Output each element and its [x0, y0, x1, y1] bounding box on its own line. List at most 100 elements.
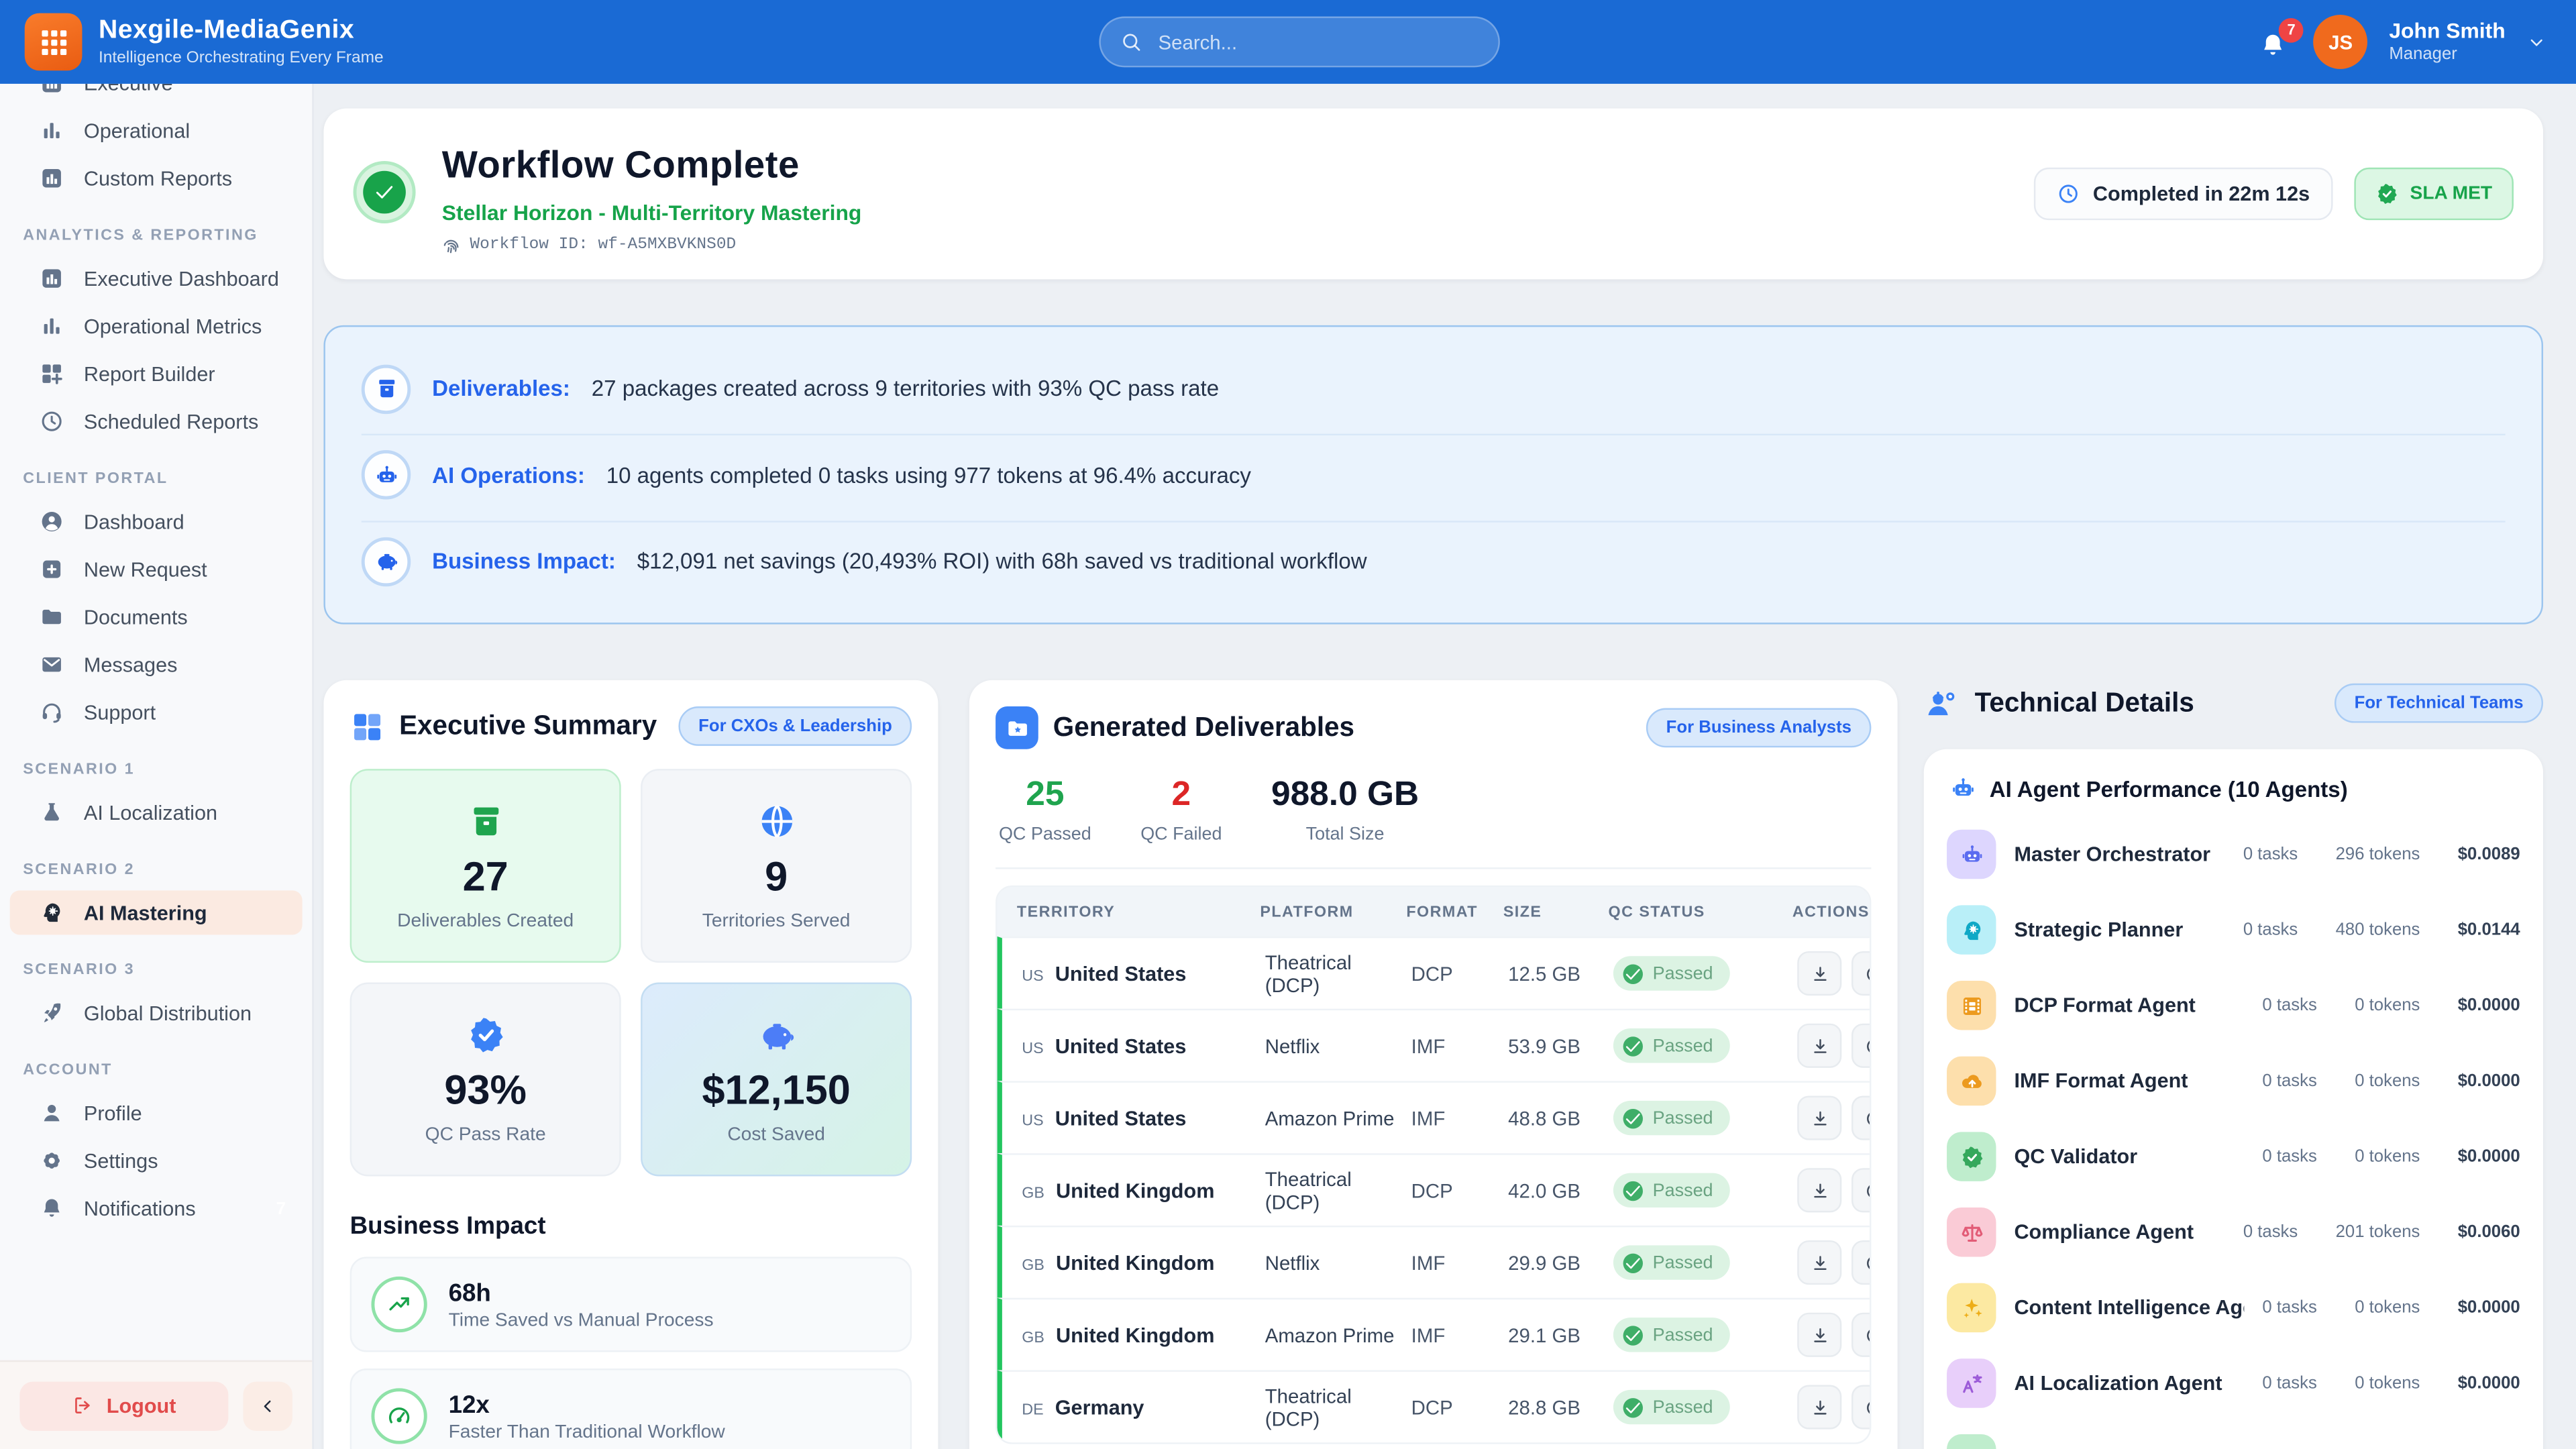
agent-cost: $0.0000 — [2458, 1298, 2520, 1318]
platform-cell: Amazon Prime — [1265, 1324, 1411, 1346]
view-button[interactable] — [1851, 1240, 1871, 1285]
globe-icon — [757, 801, 796, 841]
workflow-subtitle: Stellar Horizon - Multi-Territory Master… — [442, 201, 862, 225]
table-body: USUnited StatesTheatrical (DCP)DCP12.5 G… — [998, 936, 1870, 1442]
download-button[interactable] — [1797, 1168, 1841, 1212]
platform-cell: Netflix — [1265, 1034, 1411, 1057]
search-input[interactable] — [1155, 29, 1479, 55]
sidebar-footer: Logout — [0, 1360, 312, 1449]
logout-button[interactable]: Logout — [19, 1381, 228, 1430]
piggy-icon — [757, 1014, 796, 1054]
sidebar-item-custom-reports[interactable]: Custom Reports — [10, 156, 303, 201]
sidebar-item-settings[interactable]: Settings — [10, 1138, 303, 1183]
plus-square-icon — [40, 557, 64, 582]
sidebar-item-report-builder[interactable]: Report Builder — [10, 352, 303, 396]
header-right: 7 JS John Smith Manager — [2259, 0, 2546, 84]
view-button[interactable] — [1851, 1024, 1871, 1068]
sidebar-item-profile[interactable]: Profile — [10, 1091, 303, 1135]
view-button[interactable] — [1851, 1313, 1871, 1357]
size-cell: 48.8 GB — [1508, 1106, 1613, 1129]
summary-row: AI Operations:10 agents completed 0 task… — [362, 434, 2506, 515]
metric-value: $12,150 — [702, 1067, 850, 1115]
view-button[interactable] — [1851, 1385, 1871, 1429]
sidebar-item-documents[interactable]: Documents — [10, 595, 303, 639]
sidebar-item-executive-dashboard[interactable]: Executive Dashboard — [10, 256, 303, 301]
sidebar-collapse-button[interactable] — [243, 1381, 292, 1430]
territory-code: US — [1022, 1112, 1043, 1130]
agent-tokens: 0 tokens — [2355, 1373, 2420, 1393]
metric-card: $12,150Cost Saved — [641, 982, 912, 1176]
table-header: TERRITORYPLATFORMFORMATSIZEQC STATUSACTI… — [998, 887, 1870, 936]
sidebar-item-ai-localization[interactable]: AI Localization — [10, 790, 303, 835]
territory-name: United States — [1055, 1034, 1187, 1057]
sidebar-item-operational-metrics[interactable]: Operational Metrics — [10, 304, 303, 348]
download-button[interactable] — [1797, 1240, 1841, 1285]
translate-icon — [1959, 1371, 1984, 1396]
sidebar-item-operational[interactable]: Operational — [10, 109, 303, 153]
check-circle-icon — [1623, 1036, 1643, 1055]
column-header: TERRITORY — [1017, 903, 1260, 921]
folder-star-icon — [1005, 716, 1030, 741]
agent-name: Strategic Planner — [2014, 918, 2224, 941]
sidebar-item-label: Support — [84, 700, 156, 723]
audience-badge-technical: For Technical Teams — [2334, 684, 2543, 723]
sidebar-item-scheduled-reports[interactable]: Scheduled Reports — [10, 399, 303, 443]
audience-badge-cxo: For CXOs & Leadership — [679, 706, 912, 746]
sidebar-item-executive[interactable]: Executive — [10, 84, 303, 105]
check-icon — [373, 180, 396, 203]
eye-dot-icon — [1864, 1397, 1871, 1417]
deliverables-logo — [996, 706, 1038, 749]
agent-cost: $0.0000 — [2458, 1373, 2520, 1393]
chart-bars-icon — [40, 314, 64, 339]
agent-tokens: 0 tokens — [2355, 1146, 2420, 1166]
avatar[interactable]: JS — [2314, 15, 2368, 69]
platform-cell: Netflix — [1265, 1251, 1411, 1274]
qc-status-badge: Passed — [1613, 1390, 1729, 1424]
notifications-button[interactable]: 7 — [2259, 24, 2292, 60]
technical-details-title: Technical Details — [1975, 688, 2320, 719]
agent-tasks: 0 tasks — [2243, 1222, 2298, 1242]
sidebar-item-dashboard[interactable]: Dashboard — [10, 499, 303, 543]
table-row: DEGermanyTheatrical (DCP)DCP28.8 GBPasse… — [998, 1370, 1870, 1442]
agent-row — [1947, 1426, 2520, 1449]
view-button[interactable] — [1851, 1095, 1871, 1140]
agent-tokens: 0 tokens — [2355, 1298, 2420, 1318]
metric-label: QC Pass Rate — [425, 1124, 546, 1144]
sidebar-item-new-request[interactable]: New Request — [10, 547, 303, 592]
view-button[interactable] — [1851, 951, 1871, 996]
app-logo[interactable] — [25, 13, 83, 71]
download-button[interactable] — [1797, 1095, 1841, 1140]
format-cell: DCP — [1411, 1395, 1508, 1418]
search-bar[interactable] — [1099, 16, 1500, 67]
agent-name: Content Intelligence Agent — [2014, 1296, 2244, 1319]
download-button[interactable] — [1797, 951, 1841, 996]
technical-details-header: Technical Details For Technical Teams — [1924, 680, 2543, 727]
sidebar-item-support[interactable]: Support — [10, 690, 303, 735]
impact-value: 12x — [449, 1390, 725, 1422]
agent-tasks: 0 tasks — [2262, 1298, 2316, 1318]
agent-row: Content Intelligence Agent 0 tasks 0 token… — [1947, 1275, 2520, 1340]
sidebar-item-global-distribution[interactable]: Global Distribution — [10, 991, 303, 1035]
eye-dot-icon — [1864, 963, 1871, 983]
sidebar-item-messages[interactable]: Messages — [10, 643, 303, 687]
download-button[interactable] — [1797, 1385, 1841, 1429]
agent-name: QC Validator — [2014, 1145, 2244, 1168]
business-impact-item: 12xFaster Than Traditional Workflow — [350, 1368, 912, 1449]
sidebar-item-ai-mastering[interactable]: AI Mastering — [10, 890, 303, 934]
download-button[interactable] — [1797, 1024, 1841, 1068]
sidebar-item-label: Documents — [84, 605, 188, 628]
sidebar-item-notifications[interactable]: Notifications7 — [10, 1186, 303, 1230]
metric-value: 9 — [765, 853, 788, 901]
sidebar-item-label: Dashboard — [84, 510, 184, 533]
user-meta: John Smith Manager — [2389, 17, 2505, 66]
sidebar-item-label: Profile — [84, 1102, 142, 1124]
column-header: SIZE — [1503, 903, 1609, 921]
sidebar-section-label: SCENARIO 1 — [23, 761, 312, 779]
download-button[interactable] — [1797, 1313, 1841, 1357]
view-button[interactable] — [1851, 1168, 1871, 1212]
check-circle-icon — [363, 171, 406, 214]
eye-dot-icon — [1864, 1181, 1871, 1200]
metric-grid: 27Deliverables Created9Territories Serve… — [350, 769, 912, 1176]
sidebar-item-label: Operational — [84, 119, 190, 142]
chevron-down-icon[interactable] — [2527, 32, 2546, 52]
